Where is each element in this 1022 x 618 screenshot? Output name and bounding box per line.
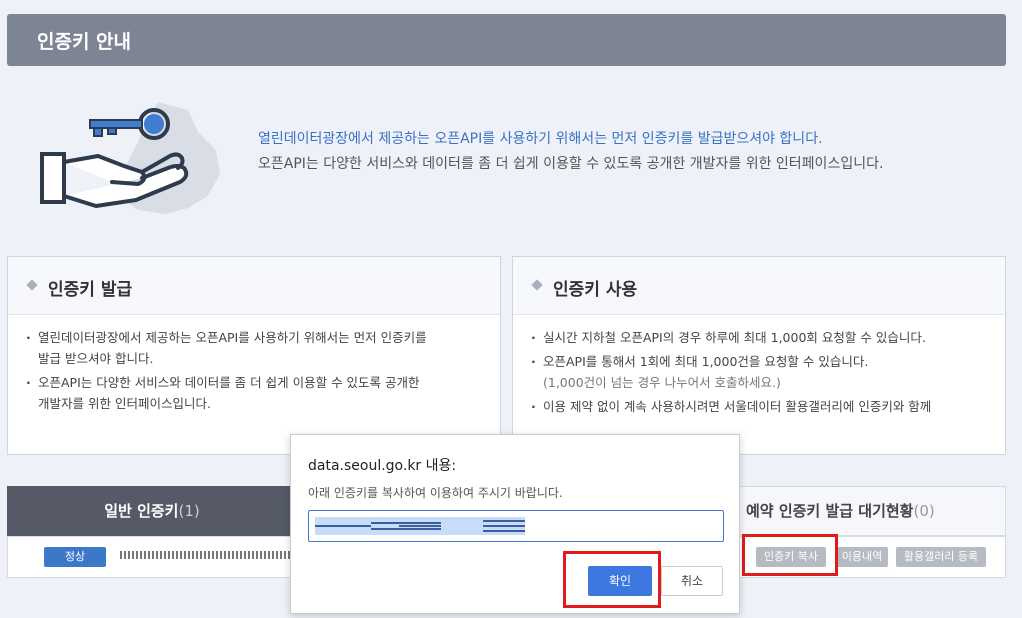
issue-card-header: 인증키 발급: [8, 257, 500, 315]
usage-card: 인증키 사용 실시간 지하철 오픈API의 경우 하루에 최대 1,000회 요…: [512, 256, 1006, 455]
usage-card-list: 실시간 지하철 오픈API의 경우 하루에 최대 1,000회 요청할 수 있습…: [513, 315, 1005, 417]
list-item: 실시간 지하철 오픈API의 경우 하루에 최대 1,000회 요청할 수 있습…: [531, 327, 987, 348]
intro-headline: 열린데이터광장에서 제공하는 오픈API를 사용하기 위해서는 먼저 인증키를 …: [258, 131, 823, 147]
copy-button-highlight: [742, 534, 838, 576]
dialog-message: 아래 인증키를 복사하여 이용하여 주시기 바랍니다.: [308, 486, 563, 500]
page-title: 인증키 안내: [37, 31, 132, 53]
list-item: 이용 제약 없이 계속 사용하시려면 서울데이터 활용갤러리에 인증키와 함께: [531, 396, 987, 417]
issue-card-title: 인증키 발급: [48, 280, 133, 300]
redaction-mark: [483, 520, 525, 522]
ok-button-highlight: [563, 551, 661, 608]
redaction-mark: [483, 530, 525, 532]
usage-history-button[interactable]: 이용내역: [836, 547, 888, 567]
diamond-bullet-icon: [26, 279, 38, 291]
redaction-mark: [315, 525, 371, 527]
list-item: 열린데이터광장에서 제공하는 오픈API를 사용하기 위해서는 먼저 인증키를 …: [26, 327, 482, 369]
diamond-bullet-icon: [531, 279, 543, 291]
usage-card-title: 인증키 사용: [553, 280, 638, 300]
list-item: 오픈API는 다양한 서비스와 데이터를 좀 더 쉽게 이용할 수 있도록 공개…: [26, 372, 482, 414]
redaction-mark: [371, 528, 441, 530]
key-in-hand-icon: [38, 92, 228, 226]
usage-card-header: 인증키 사용: [513, 257, 1005, 315]
redaction-mark: [371, 522, 441, 524]
issue-card: 인증키 발급 열린데이터광장에서 제공하는 오픈API를 사용하기 위해서는 먼…: [7, 256, 501, 455]
masked-auth-key: [120, 551, 292, 559]
gallery-register-button[interactable]: 활용갤러리 등록: [896, 547, 986, 567]
list-item: 오픈API를 통해서 1회에 최대 1,000건을 요청할 수 있습니다. (1…: [531, 351, 987, 393]
alert-dialog: data.seoul.go.kr 내용: 아래 인증키를 복사하여 이용하여 주…: [290, 434, 740, 614]
auth-key-field[interactable]: [308, 510, 724, 542]
issue-card-list: 열린데이터광장에서 제공하는 오픈API를 사용하기 위해서는 먼저 인증키를 …: [8, 315, 500, 414]
redaction-mark: [399, 525, 441, 527]
tab-general-keys[interactable]: 일반 인증키(1): [7, 486, 297, 536]
status-badge: 정상: [44, 547, 106, 567]
cancel-button[interactable]: 취소: [661, 566, 723, 596]
redaction-mark: [483, 525, 525, 527]
intro-description: 오픈API는 다양한 서비스와 데이터를 좀 더 쉽게 이용할 수 있도록 공개…: [258, 156, 884, 172]
tab-reserve-keys[interactable]: 예약 인증키 발급 대기현황(0): [737, 486, 1006, 536]
dialog-title: data.seoul.go.kr 내용:: [308, 458, 457, 474]
page-header: 인증키 안내: [7, 14, 1006, 66]
